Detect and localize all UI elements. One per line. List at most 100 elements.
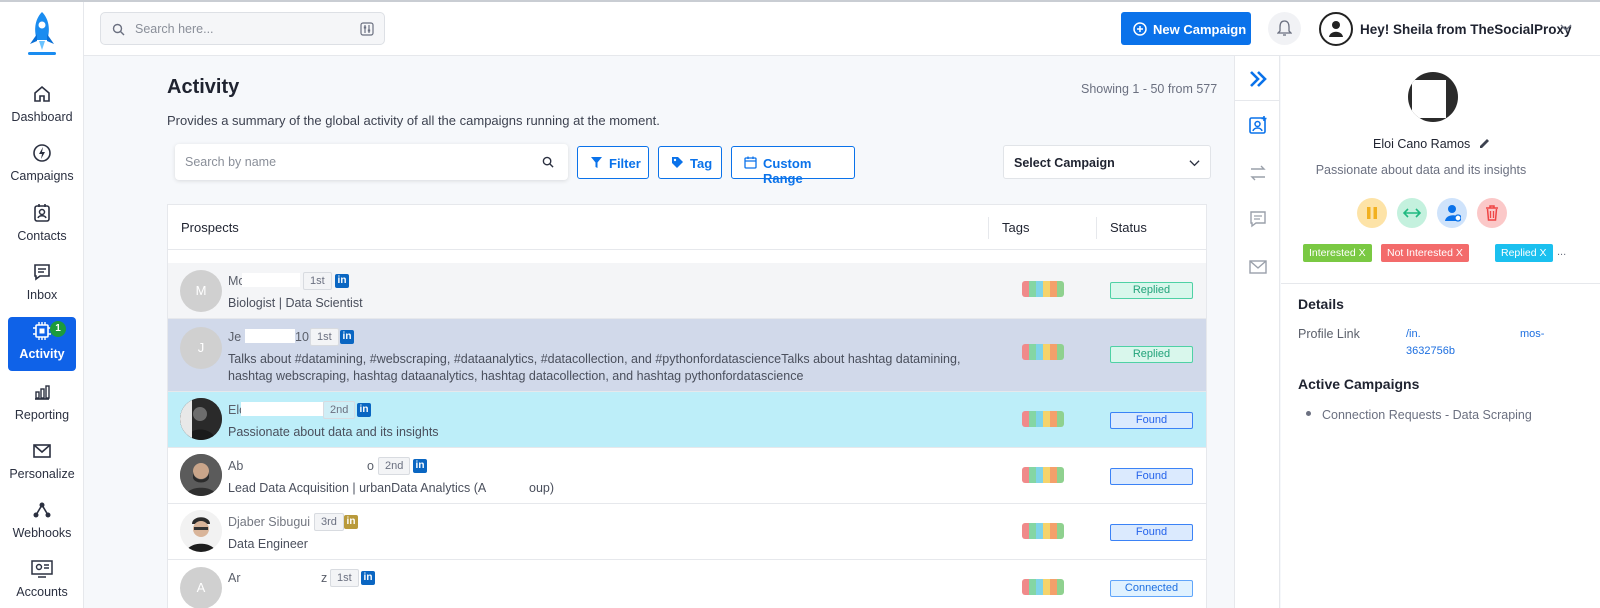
connection-degree-badge: 1st bbox=[330, 569, 359, 587]
sidebar-item-dashboard[interactable]: Dashboard bbox=[8, 80, 76, 134]
table-row[interactable]: Ab o 2nd in Lead Data Acquisition | urba… bbox=[168, 448, 1206, 504]
assign-user-button[interactable] bbox=[1437, 198, 1467, 228]
select-campaign-dropdown[interactable]: Select Campaign bbox=[1003, 145, 1211, 179]
user-avatar[interactable] bbox=[1319, 12, 1353, 46]
linkedin-icon[interactable]: in bbox=[413, 459, 427, 473]
linkedin-icon[interactable]: in bbox=[361, 571, 375, 585]
tag-swatch bbox=[1057, 579, 1064, 595]
table-row[interactable]: Elo 2nd in Passionate about data and its… bbox=[168, 392, 1206, 448]
tags-color-strip[interactable] bbox=[1022, 344, 1064, 360]
tags-color-strip[interactable] bbox=[1022, 467, 1064, 483]
inbox-icon bbox=[34, 264, 50, 281]
linkedin-icon[interactable]: in bbox=[335, 274, 349, 288]
user-greeting[interactable]: Hey! Sheila from TheSocialProxy bbox=[1360, 22, 1572, 37]
prospect-name[interactable]: Je bbox=[228, 330, 241, 344]
rocket-logo-icon[interactable] bbox=[24, 10, 60, 56]
tag-swatch bbox=[1036, 411, 1043, 427]
edit-pencil-icon[interactable] bbox=[1479, 138, 1490, 149]
tag-swatch bbox=[1057, 523, 1064, 539]
prospect-name[interactable]: Djaber Sibugui bbox=[228, 515, 310, 529]
sidebar-item-webhooks[interactable]: Webhooks bbox=[8, 496, 76, 550]
tag-swatch bbox=[1029, 411, 1036, 427]
sidebar: Dashboard Campaigns Contacts Inbox Activ… bbox=[0, 2, 84, 608]
table-row[interactable]: J Je 10 1st in Talks about #datamining, … bbox=[168, 319, 1206, 392]
prospect-detail-name: Eloi Cano Ramos bbox=[1373, 137, 1471, 151]
pause-button[interactable] bbox=[1357, 198, 1387, 228]
avatar bbox=[180, 510, 222, 552]
chips-more[interactable]: ... bbox=[1557, 246, 1566, 258]
mail-icon[interactable] bbox=[1248, 257, 1268, 277]
funnel-icon bbox=[591, 157, 602, 168]
table-header: Prospects Tags Status bbox=[168, 205, 1206, 250]
profile-link-id[interactable]: 3632756b bbox=[1406, 345, 1455, 357]
table-row[interactable]: M Mc 1st in Biologist | Data Scientist R… bbox=[168, 263, 1206, 319]
tag-swatch bbox=[1050, 344, 1057, 360]
prospect-name[interactable]: Ab bbox=[228, 459, 243, 473]
tag-swatch bbox=[1022, 344, 1029, 360]
tags-color-strip[interactable] bbox=[1022, 579, 1064, 595]
pagination-summary: Showing 1 - 50 from 577 bbox=[1081, 82, 1218, 96]
top-header: Search here... New Campaign Hey! Sheila … bbox=[84, 2, 1600, 56]
status-badge: Found bbox=[1110, 524, 1193, 541]
profile-link-cont[interactable]: mos- bbox=[1520, 328, 1544, 340]
prospect-headline: Data Engineer bbox=[228, 537, 308, 551]
new-campaign-button[interactable]: New Campaign bbox=[1121, 12, 1251, 45]
home-icon bbox=[34, 85, 50, 102]
swap-arrows-icon[interactable] bbox=[1248, 163, 1268, 183]
sidebar-item-campaigns[interactable]: Campaigns bbox=[8, 139, 76, 193]
prospect-name-tail: 10 bbox=[295, 330, 309, 344]
prospect-headline: Biologist | Data Scientist bbox=[228, 296, 363, 310]
contact-card-icon[interactable] bbox=[1248, 115, 1268, 135]
linkedin-icon[interactable]: in bbox=[340, 330, 354, 344]
sidebar-item-label: Webhooks bbox=[12, 526, 72, 540]
divider bbox=[1235, 100, 1279, 101]
prospect-name[interactable]: Ar bbox=[228, 571, 241, 585]
sidebar-item-reporting[interactable]: Reporting bbox=[8, 378, 76, 432]
chip-not-interested[interactable]: Not Interested X bbox=[1381, 244, 1469, 262]
sidebar-item-contacts[interactable]: Contacts bbox=[8, 199, 76, 253]
prospect-detail-panel: Eloi Cano Ramos Passionate about data an… bbox=[1281, 56, 1600, 608]
avatar: J bbox=[180, 327, 222, 369]
sidebar-item-activity[interactable]: Activity 1 bbox=[8, 317, 76, 371]
profile-link[interactable]: /in. bbox=[1406, 328, 1421, 340]
sidebar-item-inbox[interactable]: Inbox bbox=[8, 258, 76, 312]
custom-range-button[interactable]: Custom Range bbox=[731, 146, 855, 186]
tag-swatch bbox=[1043, 411, 1050, 427]
double-chevron-right-icon[interactable] bbox=[1248, 70, 1268, 88]
filter-button[interactable]: Filter bbox=[577, 146, 649, 179]
search-by-name-input[interactable]: Search by name bbox=[175, 144, 568, 180]
filter-settings-icon[interactable] bbox=[360, 22, 374, 36]
table-row[interactable]: Djaber Sibugui 3rd in Data Engineer Foun… bbox=[168, 504, 1206, 560]
sidebar-item-accounts[interactable]: Accounts bbox=[8, 555, 76, 608]
tag-button[interactable]: Tag bbox=[658, 146, 722, 179]
chip-replied[interactable]: Replied X bbox=[1495, 244, 1553, 262]
tags-color-strip[interactable] bbox=[1022, 281, 1064, 297]
chip-interested[interactable]: Interested X bbox=[1303, 244, 1372, 262]
global-search-input[interactable]: Search here... bbox=[100, 12, 385, 45]
comment-icon[interactable] bbox=[1248, 209, 1268, 229]
sidebar-item-personalize[interactable]: Personalize bbox=[8, 437, 76, 491]
tags-color-strip[interactable] bbox=[1022, 523, 1064, 539]
table-row[interactable]: A Ar z 1st in Connected bbox=[168, 560, 1206, 608]
chevron-down-icon[interactable] bbox=[1560, 22, 1572, 34]
sidebar-item-label: Accounts bbox=[16, 585, 68, 599]
sidebar-item-label: Campaigns bbox=[10, 169, 74, 183]
search-icon bbox=[112, 23, 125, 36]
tag-swatch bbox=[1043, 579, 1050, 595]
connection-degree-badge: 2nd bbox=[378, 457, 411, 475]
column-header-prospects: Prospects bbox=[181, 220, 239, 235]
bell-icon bbox=[1277, 20, 1292, 36]
status-badge: Found bbox=[1110, 412, 1193, 429]
active-campaign-item[interactable]: Connection Requests - Data Scraping bbox=[1322, 408, 1532, 422]
linkedin-icon[interactable]: in bbox=[357, 403, 371, 417]
linkedin-icon[interactable]: in bbox=[344, 515, 358, 529]
tags-color-strip[interactable] bbox=[1022, 411, 1064, 427]
move-button[interactable] bbox=[1397, 198, 1427, 228]
chevron-down-icon bbox=[1189, 160, 1200, 167]
filter-label: Filter bbox=[609, 156, 641, 171]
tag-swatch bbox=[1029, 344, 1036, 360]
user-icon bbox=[1329, 21, 1343, 37]
pause-icon bbox=[1367, 207, 1377, 219]
delete-button[interactable] bbox=[1477, 198, 1507, 228]
notifications-button[interactable] bbox=[1268, 12, 1301, 45]
